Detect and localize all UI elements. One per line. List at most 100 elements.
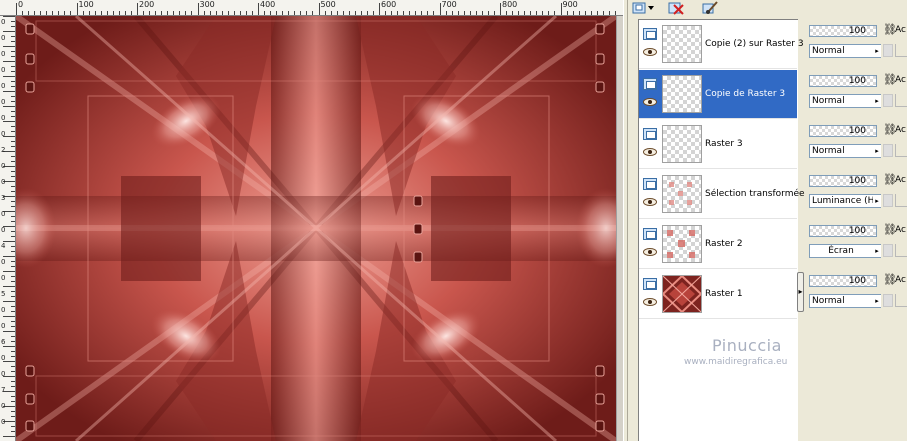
opacity-slider[interactable]: 100 bbox=[809, 75, 877, 87]
ruler-tick bbox=[58, 11, 60, 15]
ruler-tick bbox=[11, 416, 15, 417]
ruler-tick bbox=[118, 11, 120, 15]
ruler-label: 700 bbox=[441, 0, 457, 9]
ruler-label: 0 bbox=[18, 0, 24, 9]
dropdown-arrow-icon[interactable]: ▸ bbox=[873, 295, 881, 307]
expand-arrow-button[interactable]: ▸ bbox=[797, 272, 804, 312]
ruler-label: 5 bbox=[1, 290, 6, 298]
visibility-eye-icon[interactable] bbox=[643, 98, 657, 106]
blend-mode-select[interactable]: Normal bbox=[809, 94, 881, 108]
ruler-tick bbox=[258, 3, 259, 15]
visibility-eye-icon[interactable] bbox=[643, 198, 657, 206]
blend-mode-select[interactable]: Normal bbox=[809, 44, 881, 58]
lock-icon[interactable] bbox=[883, 44, 893, 57]
layer-row[interactable]: Raster 3 bbox=[639, 120, 797, 169]
link-icon[interactable]: ⛓ bbox=[883, 123, 897, 137]
ruler-label: 4 bbox=[1, 242, 6, 250]
link-icon[interactable]: ⛓ bbox=[883, 273, 897, 287]
ruler-tick bbox=[11, 141, 15, 142]
layer-list: Copie (2) sur Raster 3 Copie de Raster 3… bbox=[638, 19, 805, 441]
lock-icon[interactable] bbox=[883, 144, 893, 157]
layer-row[interactable]: Copie (2) sur Raster 3 bbox=[639, 20, 804, 69]
visibility-eye-icon[interactable] bbox=[643, 48, 657, 56]
ruler-tick bbox=[11, 51, 15, 52]
layers-toolbar bbox=[628, 0, 907, 17]
layer-row-selected[interactable]: Copie de Raster 3 bbox=[639, 70, 797, 119]
dropdown-arrow-icon[interactable]: ▸ bbox=[873, 195, 881, 207]
ruler-label: 800 bbox=[502, 0, 518, 9]
layer-row[interactable]: Raster 1 bbox=[639, 270, 797, 319]
ruler-tick bbox=[11, 321, 15, 322]
blend-mode-select[interactable]: Luminance (H) bbox=[809, 194, 881, 208]
link-icon[interactable]: ⛓ bbox=[883, 173, 897, 187]
ruler-tick bbox=[379, 3, 380, 15]
link-icon[interactable]: ⛓ bbox=[883, 23, 897, 37]
ruler-tick bbox=[439, 3, 441, 15]
ruler-tick bbox=[3, 301, 15, 302]
dropdown-arrow-icon[interactable]: ▸ bbox=[873, 145, 881, 157]
ruler-tick bbox=[137, 3, 138, 15]
blend-mode-select[interactable]: Écran bbox=[809, 244, 881, 258]
link-icon[interactable]: ⛓ bbox=[883, 223, 897, 237]
ruler-tick bbox=[11, 431, 15, 432]
visibility-eye-icon[interactable] bbox=[643, 148, 657, 156]
ruler-label: 0 bbox=[1, 18, 6, 26]
ruler-tick bbox=[469, 11, 471, 15]
lock-icon[interactable] bbox=[883, 194, 893, 207]
ruler-tick bbox=[100, 11, 102, 15]
ruler-label: 400 bbox=[260, 0, 276, 9]
ruler-label: 0 bbox=[1, 98, 6, 106]
layer-delete-icon[interactable] bbox=[668, 0, 684, 15]
opacity-slider[interactable]: 100 bbox=[809, 275, 877, 287]
ruler-label: 300 bbox=[199, 0, 215, 9]
mask-icon[interactable] bbox=[895, 44, 907, 57]
ruler-tick bbox=[330, 11, 332, 15]
dropdown-arrow-icon[interactable]: ▸ bbox=[873, 45, 881, 57]
image-canvas[interactable] bbox=[16, 16, 616, 441]
layer-row[interactable]: Raster 2 bbox=[639, 220, 797, 269]
link-icon[interactable]: ⛓ bbox=[883, 73, 897, 87]
ruler-tick bbox=[11, 221, 15, 222]
ruler-label: 100 bbox=[78, 0, 94, 9]
mask-icon[interactable] bbox=[895, 144, 907, 157]
mask-icon[interactable] bbox=[895, 194, 907, 207]
ruler-tick bbox=[560, 3, 562, 15]
layer-row[interactable]: Sélection transformée bbox=[639, 170, 805, 219]
ruler-tick bbox=[11, 281, 15, 282]
layer-thumbnail bbox=[662, 125, 702, 163]
mask-icon[interactable] bbox=[895, 244, 907, 257]
lock-icon[interactable] bbox=[883, 294, 893, 307]
ruler-tick bbox=[433, 11, 435, 15]
dropdown-arrow-icon[interactable]: ▸ bbox=[873, 95, 881, 107]
blend-mode-select[interactable]: Normal bbox=[809, 144, 881, 158]
ruler-tick bbox=[403, 11, 405, 15]
ruler-tick bbox=[11, 36, 15, 37]
visibility-eye-icon[interactable] bbox=[643, 248, 657, 256]
ruler-label: 0 bbox=[1, 274, 6, 282]
ruler-tick bbox=[11, 231, 15, 232]
ruler-tick bbox=[270, 11, 272, 15]
ruler-tick bbox=[3, 46, 15, 47]
dropdown-arrow-icon[interactable]: ▸ bbox=[873, 245, 881, 257]
opacity-slider[interactable]: 100 bbox=[809, 225, 877, 237]
mask-icon[interactable] bbox=[895, 294, 907, 307]
paintbrush-icon[interactable] bbox=[702, 0, 718, 15]
layer-name: Copie de Raster 3 bbox=[705, 89, 786, 99]
ruler-tick bbox=[179, 11, 181, 15]
canvas-vertical-scrollbar[interactable] bbox=[616, 16, 623, 441]
ruler-tick bbox=[11, 131, 15, 132]
ruler-tick bbox=[11, 326, 15, 327]
layer-add-icon[interactable] bbox=[630, 0, 656, 15]
opacity-slider[interactable]: 100 bbox=[809, 25, 877, 37]
lock-icon[interactable] bbox=[883, 244, 893, 257]
ruler-label: 200 bbox=[139, 0, 155, 9]
lock-icon[interactable] bbox=[883, 94, 893, 107]
blend-mode-select[interactable]: Normal bbox=[809, 294, 881, 308]
mask-icon[interactable] bbox=[895, 94, 907, 107]
ruler-label: 0 bbox=[1, 354, 6, 362]
opacity-slider[interactable]: 100 bbox=[809, 175, 877, 187]
opacity-slider[interactable]: 100 bbox=[809, 125, 877, 137]
ruler-tick bbox=[518, 11, 520, 15]
ruler-label: 0 bbox=[1, 178, 6, 186]
visibility-eye-icon[interactable] bbox=[643, 298, 657, 306]
